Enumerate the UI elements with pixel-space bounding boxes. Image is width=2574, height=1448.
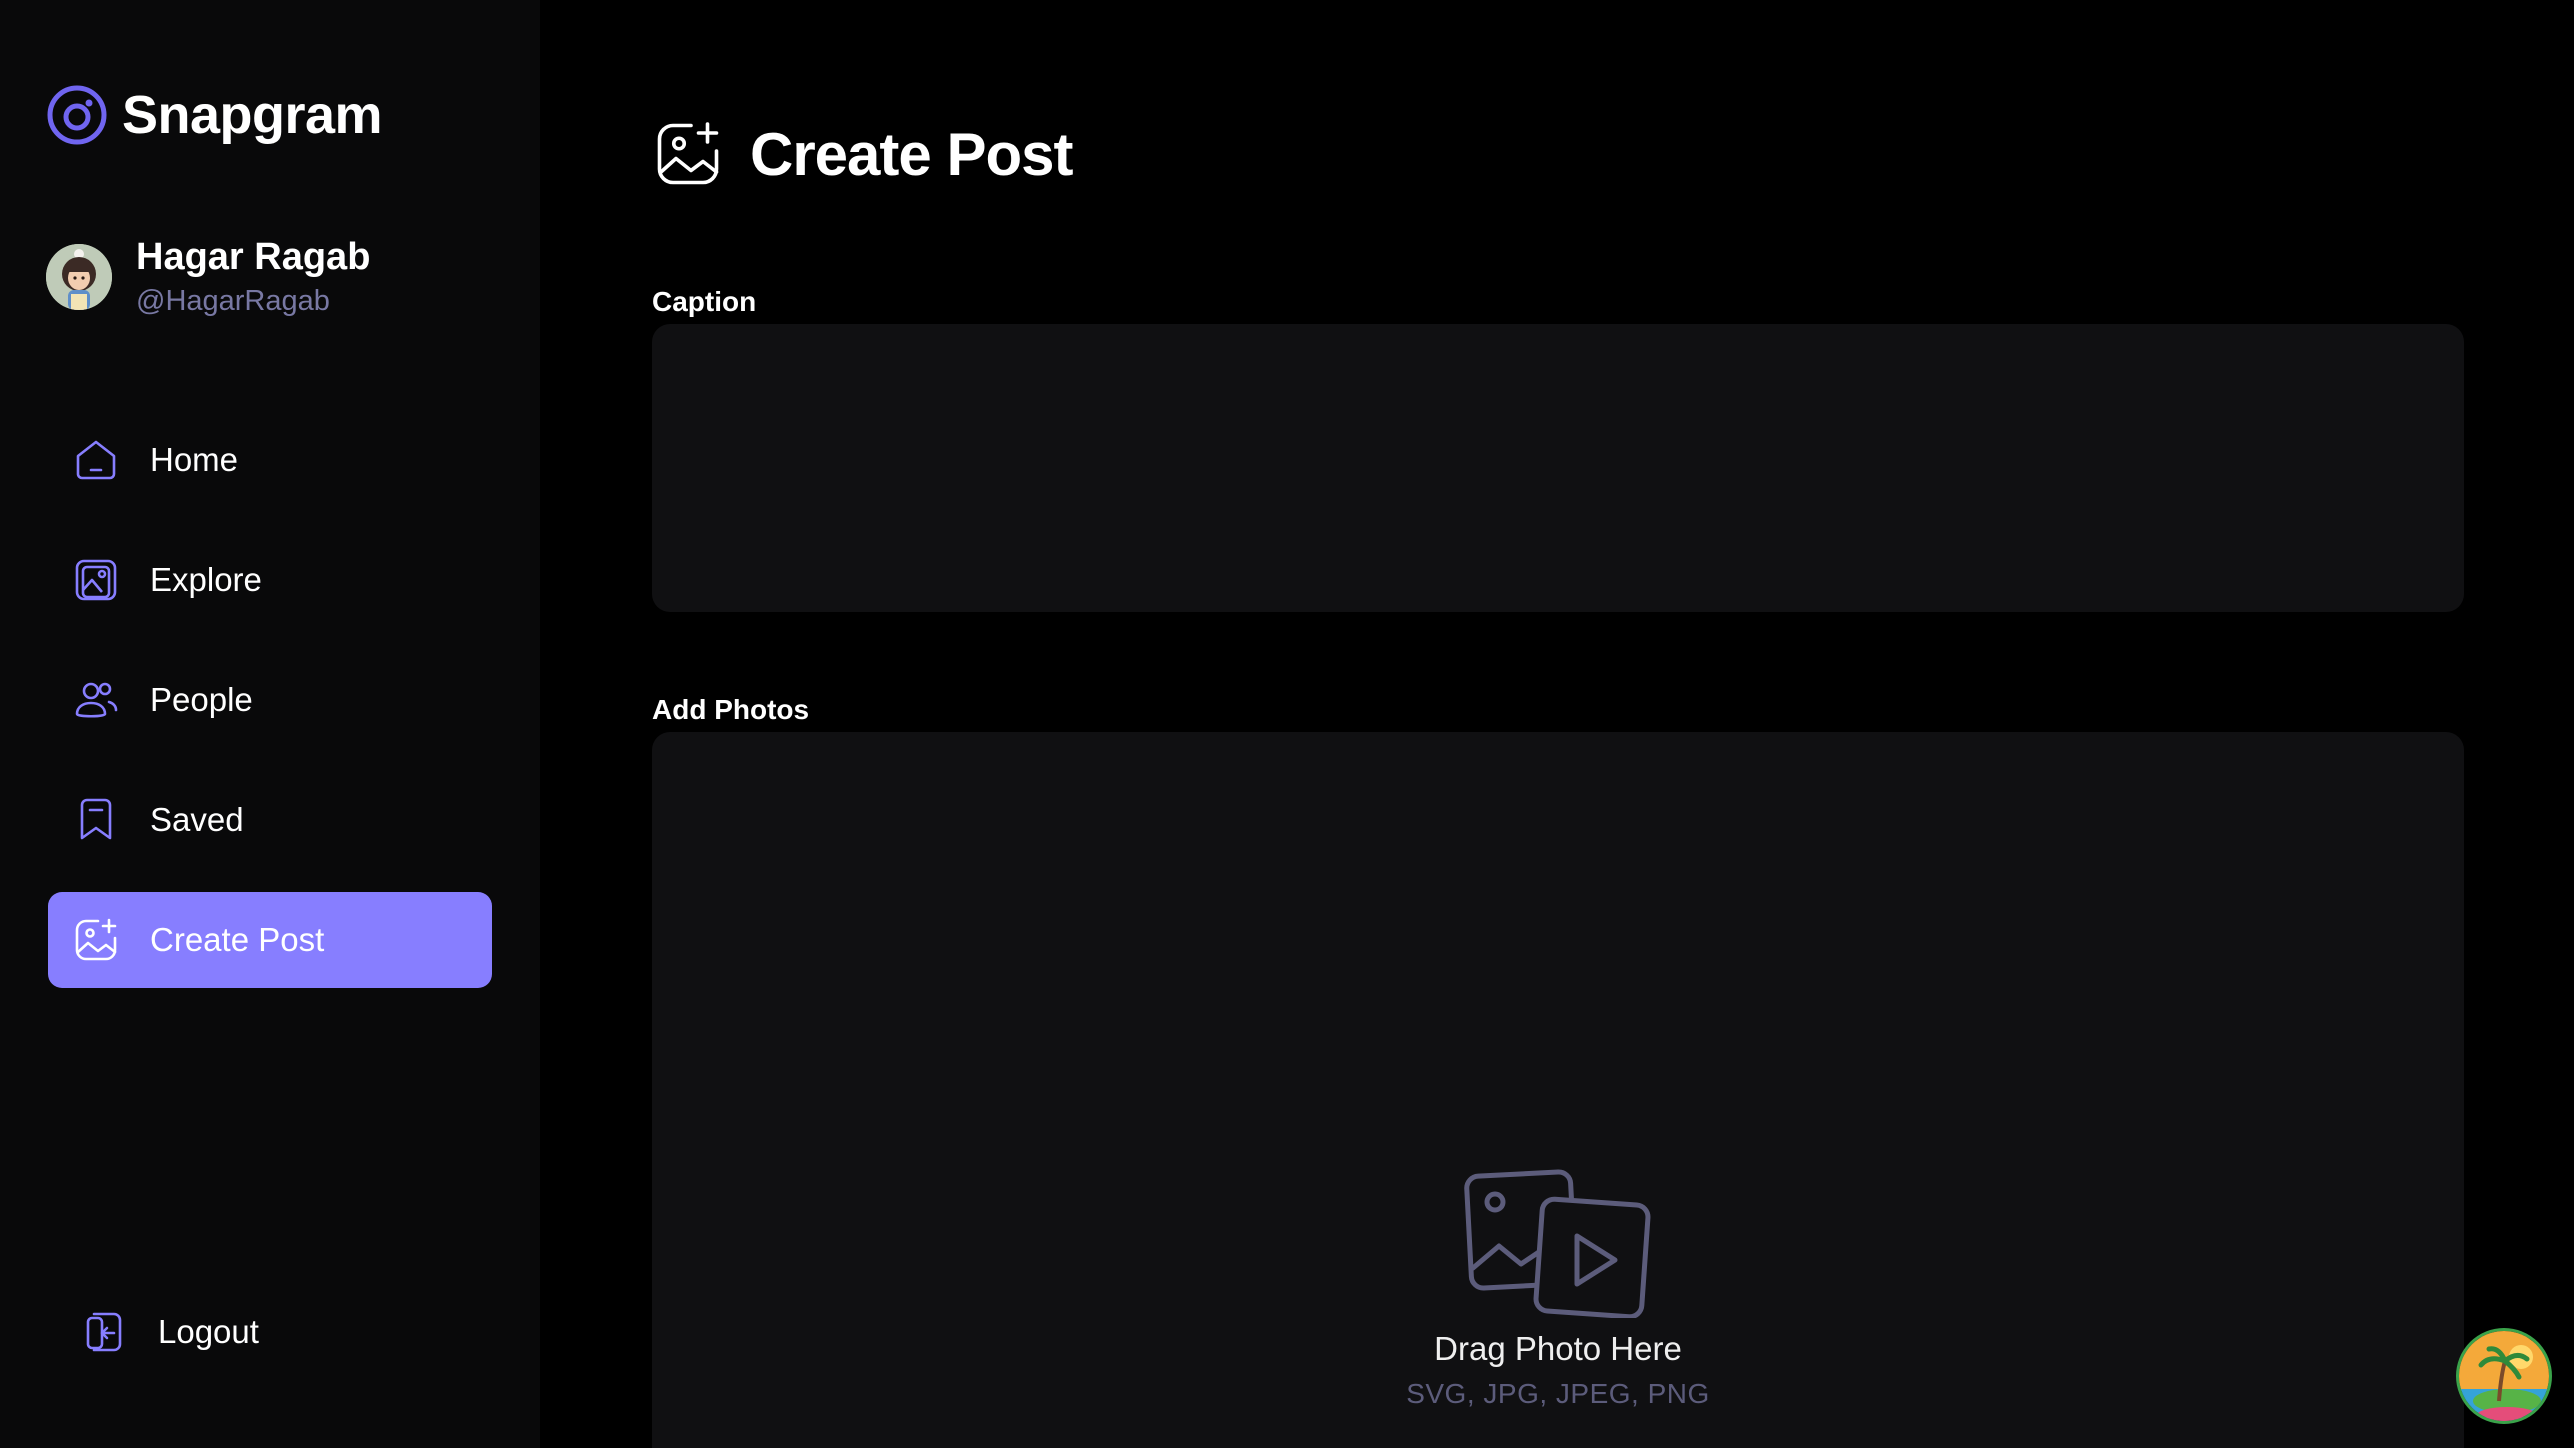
floating-badge[interactable] xyxy=(2456,1328,2552,1424)
snapgram-logo-icon xyxy=(47,85,107,145)
bookmark-icon xyxy=(80,798,112,840)
profile-handle: @HagarRagab xyxy=(136,285,330,317)
gallery-add-icon xyxy=(75,918,117,961)
main-content: Create Post Caption Add Photos Drag Phot… xyxy=(540,0,2574,1448)
sidebar-item-label: Create Post xyxy=(150,921,325,958)
sidebar: Snapgram Hagar Ragab @HagarRagab Home Ex… xyxy=(0,0,540,1448)
app-root: Snapgram Hagar Ragab @HagarRagab Home Ex… xyxy=(0,0,2574,1448)
sidebar-item-explore[interactable]: Explore xyxy=(48,532,492,628)
sidebar-nav: Home Explore People Saved Create Post xyxy=(48,412,492,1012)
avatar xyxy=(46,244,112,310)
sidebar-item-label: Saved xyxy=(150,801,244,838)
caption-label: Caption xyxy=(652,286,757,317)
file-upload-icon xyxy=(1464,1169,1651,1318)
add-photos-label: Add Photos xyxy=(652,694,810,725)
logout-icon xyxy=(86,1312,122,1352)
sidebar-item-create-post[interactable]: Create Post xyxy=(48,892,492,988)
profile-name: Hagar Ragab xyxy=(136,236,371,278)
app-name: Snapgram xyxy=(122,85,383,145)
sidebar-item-label: People xyxy=(150,681,253,718)
page-header: Create Post xyxy=(652,118,1073,190)
people-icon xyxy=(75,682,118,718)
dropzone-title: Drag Photo Here xyxy=(1434,1330,1682,1367)
sidebar-item-saved[interactable]: Saved xyxy=(48,772,492,868)
sidebar-item-label: Explore xyxy=(150,561,262,598)
caption-input[interactable] xyxy=(652,324,2464,612)
page-title: Create Post xyxy=(750,120,1073,188)
gallery-icon xyxy=(75,559,117,601)
sidebar-item-home[interactable]: Home xyxy=(48,412,492,508)
logo[interactable]: Snapgram xyxy=(46,84,383,146)
gallery-add-icon xyxy=(657,122,719,185)
dropzone-formats: SVG, JPG, JPEG, PNG xyxy=(1406,1378,1710,1409)
dropzone-content: Drag Photo Here SVG, JPG, JPEG, PNG xyxy=(652,1168,2464,1410)
home-icon xyxy=(76,440,116,480)
logout-label: Logout xyxy=(158,1313,259,1350)
user-profile[interactable]: Hagar Ragab @HagarRagab xyxy=(46,234,370,320)
sidebar-item-label: Home xyxy=(150,441,239,478)
photo-dropzone[interactable]: Drag Photo Here SVG, JPG, JPEG, PNG xyxy=(652,732,2464,1448)
logout-button[interactable]: Logout xyxy=(56,1302,259,1362)
sidebar-item-people[interactable]: People xyxy=(48,652,492,748)
